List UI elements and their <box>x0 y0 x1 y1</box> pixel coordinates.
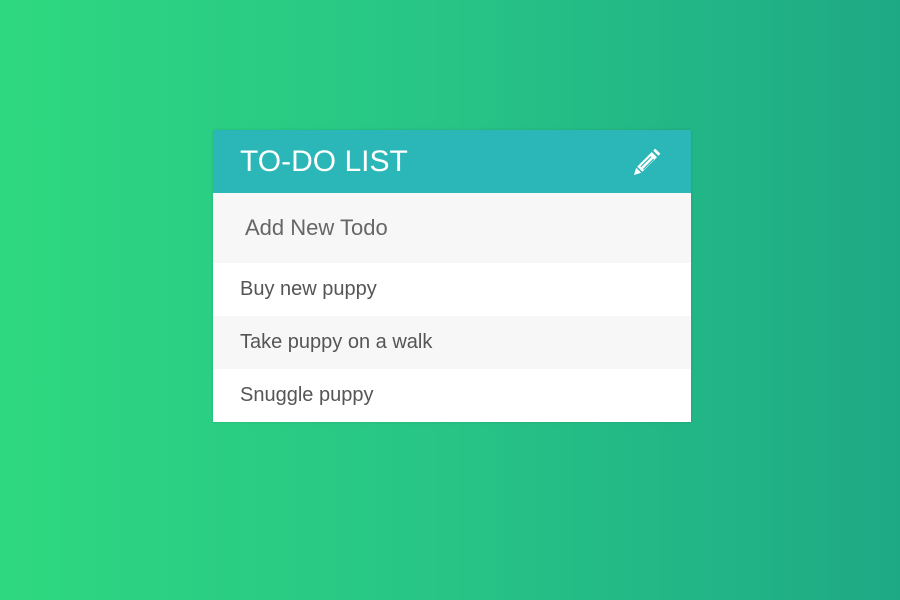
todo-item-label: Snuggle puppy <box>240 384 374 406</box>
new-todo-input[interactable] <box>213 193 691 263</box>
todo-item-label: Take puppy on a walk <box>240 331 433 353</box>
todo-item[interactable]: Snuggle puppy <box>213 369 691 422</box>
pencil-icon <box>634 148 661 175</box>
todo-item[interactable]: Take puppy on a walk <box>213 316 691 369</box>
todo-item[interactable]: Buy new puppy <box>213 263 691 316</box>
todo-list: Buy new puppy Take puppy on a walk Snugg… <box>213 263 691 422</box>
card-header: TO-DO LIST <box>213 130 691 193</box>
page-title: TO-DO LIST <box>240 144 408 178</box>
edit-toggle-button[interactable] <box>629 144 665 180</box>
todo-item-label: Buy new puppy <box>240 278 377 300</box>
todo-card: TO-DO LIST Buy new puppy Take puppy on a… <box>213 130 691 422</box>
